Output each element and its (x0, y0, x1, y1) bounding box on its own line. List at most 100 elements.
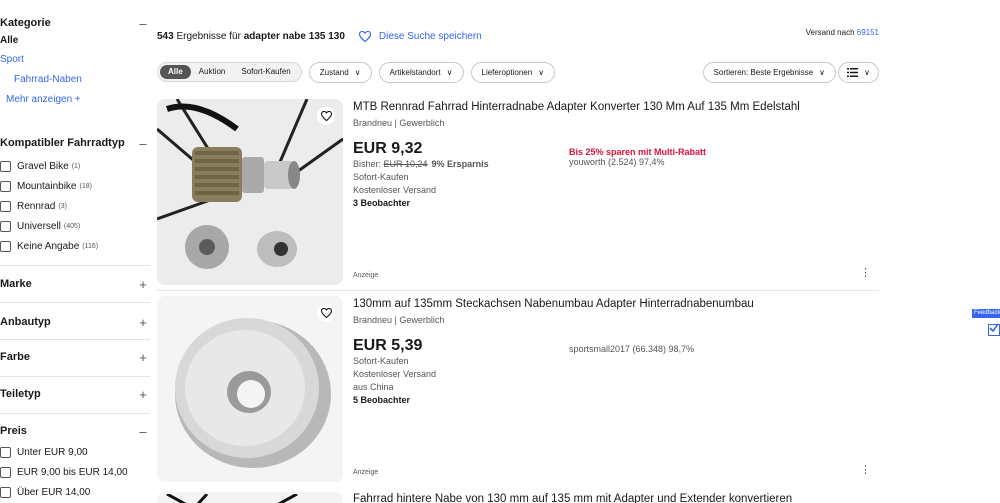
sort-dropdown[interactable]: Sortieren: Beste Ergebnisse ∨ (702, 61, 836, 83)
chevron-down-icon: ∨ (864, 67, 870, 77)
color-heading[interactable]: Farbe + (0, 348, 150, 366)
listing-info: 130mm auf 135mm Steckachsen Nabenumbau A… (353, 296, 879, 407)
bike-type-option[interactable]: Keine Angabe (116) (0, 236, 150, 256)
chevron-down-icon: ∨ (819, 67, 825, 77)
checkbox[interactable] (0, 220, 11, 232)
brand-heading[interactable]: Marke + (0, 275, 150, 293)
listing-image[interactable] (157, 99, 343, 285)
listing-title[interactable]: 130mm auf 135mm Steckachsen Nabenumbau A… (353, 296, 879, 312)
save-search-button[interactable]: Diese Suche speichern (358, 30, 482, 42)
expand-icon[interactable]: + (136, 387, 150, 402)
bike-type-option[interactable]: Rennrad (3) (0, 196, 150, 216)
listing-subtitle: Brandneu | Gewerblich (353, 315, 445, 325)
expand-icon[interactable]: + (136, 277, 150, 292)
brand-heading-label: Marke (0, 278, 32, 290)
mount-type-heading[interactable]: Anbautyp + (0, 313, 150, 331)
price-heading[interactable]: Preis – (0, 422, 150, 440)
listing-title[interactable]: MTB Rennrad Fahrrad Hinterradnabe Adapte… (353, 99, 879, 115)
collapse-icon[interactable]: – (136, 16, 150, 31)
format-auction[interactable]: Auktion (191, 65, 234, 79)
category-all[interactable]: Alle (0, 32, 150, 50)
part-type-heading[interactable]: Teiletyp + (0, 385, 150, 403)
checkbox[interactable] (0, 486, 11, 498)
watch-heart-button[interactable] (317, 107, 335, 125)
expand-icon[interactable]: + (136, 350, 150, 365)
checkbox[interactable] (0, 160, 11, 172)
results-query: adapter nabe 135 130 (243, 30, 345, 42)
option-count: (116) (82, 242, 99, 250)
option-label: Mountainbike (17, 180, 77, 192)
chevron-down-icon: ∨ (354, 67, 361, 77)
more-options-icon[interactable]: ⋮ (860, 266, 871, 279)
price-option[interactable]: EUR 9,00 bis EUR 14,00 (0, 462, 150, 482)
format-all[interactable]: Alle (160, 65, 191, 79)
format-buy-now[interactable]: Sofort-Kaufen (233, 65, 298, 79)
checkbox[interactable] (0, 180, 11, 192)
dropdown-label: Zustand (319, 67, 349, 77)
watch-heart-button[interactable] (317, 304, 335, 322)
listing-info: Fahrrad hintere Nabe von 130 mm auf 135 … (353, 492, 879, 503)
category-sport[interactable]: Sport (0, 50, 150, 70)
seller-info: sportsmall2017 (66.348) 98,7% (569, 344, 695, 354)
feedback-tab[interactable]: Feedback (972, 309, 1000, 345)
option-label: Unter EUR 9,00 (17, 446, 88, 458)
checkbox[interactable] (0, 240, 11, 252)
bike-type-option[interactable]: Mountainbike (18) (0, 176, 150, 196)
ship-to-zip[interactable]: 69151 (857, 28, 879, 37)
listing-title[interactable]: Fahrrad hintere Nabe von 130 mm auf 135 … (353, 492, 879, 503)
more-options-icon[interactable]: ⋮ (860, 463, 871, 476)
show-more-link[interactable]: Mehr anzeigen + (0, 90, 150, 110)
sort-label: Sortieren: Beste Ergebnisse (713, 67, 814, 77)
item-origin: aus China (353, 382, 394, 392)
bike-type-option[interactable]: Gravel Bike (1) (0, 156, 150, 176)
buy-type: Sofort-Kaufen (353, 172, 409, 182)
listing-item: Fahrrad hintere Nabe von 130 mm auf 135 … (157, 492, 879, 503)
listing-image[interactable] (157, 492, 343, 503)
buying-format-toggle: Alle Auktion Sofort-Kaufen (157, 62, 302, 82)
checkbox[interactable] (0, 446, 11, 458)
divider (0, 376, 150, 377)
listing-info: MTB Rennrad Fahrrad Hinterradnabe Adapte… (353, 99, 879, 210)
listing-image[interactable] (157, 296, 343, 482)
condition-dropdown[interactable]: Zustand ∨ (308, 61, 372, 83)
shipping-info: Kostenloser Versand (353, 369, 437, 379)
seller-column: sportsmall2017 (66.348) 98,7% (569, 344, 694, 354)
bike-type-option[interactable]: Universell (405) (0, 216, 150, 236)
collapse-icon[interactable]: – (136, 136, 150, 151)
category-heading[interactable]: Kategorie – (0, 14, 150, 32)
checkbox[interactable] (0, 200, 11, 212)
heart-icon (320, 308, 332, 318)
location-dropdown[interactable]: Artikelstandort ∨ (378, 61, 464, 83)
divider (157, 290, 879, 291)
heart-icon (358, 30, 371, 42)
category-fahrrad-naben[interactable]: Fahrrad-Naben (0, 70, 150, 90)
option-label: Gravel Bike (17, 160, 69, 172)
ship-to[interactable]: Versand nach 69151 (806, 28, 879, 37)
price-option[interactable]: Unter EUR 9,00 (0, 442, 150, 462)
bike-type-heading[interactable]: Kompatibler Fahrradtyp – (0, 134, 150, 152)
price-heading-label: Preis (0, 425, 27, 437)
checkbox[interactable] (0, 466, 11, 478)
option-label: EUR 9,00 bis EUR 14,00 (17, 466, 128, 478)
product-image-partial (166, 492, 298, 503)
list-view-icon (847, 67, 859, 77)
bike-type-section: Kompatibler Fahrradtyp – Gravel Bike (1) … (0, 134, 150, 256)
save-search-label: Diese Suche speichern (378, 30, 482, 42)
mount-type-heading-label: Anbautyp (0, 316, 51, 328)
filter-bar: Alle Auktion Sofort-Kaufen Zustand ∨ Arti… (157, 61, 879, 83)
option-label: Universell (17, 220, 61, 232)
heart-icon (320, 111, 332, 121)
chevron-down-icon: ∨ (538, 67, 545, 77)
was-price: EUR 10,24 (383, 159, 428, 169)
results-summary: 543 Ergebnisse für adapter nabe 135 130 (157, 31, 345, 42)
expand-icon[interactable]: + (136, 315, 150, 330)
ad-label: Anzeige (353, 272, 379, 279)
promo-text[interactable]: Bis 25% sparen mit Multi-Rabatt (569, 147, 706, 157)
price-option[interactable]: Über EUR 14,00 (0, 482, 150, 502)
hub-product-image (157, 99, 343, 285)
feedback-icon (988, 323, 1000, 336)
divider (0, 265, 150, 266)
delivery-dropdown[interactable]: Lieferoptionen ∨ (470, 61, 556, 83)
view-toggle[interactable]: ∨ (838, 61, 879, 83)
collapse-icon[interactable]: – (136, 424, 150, 439)
